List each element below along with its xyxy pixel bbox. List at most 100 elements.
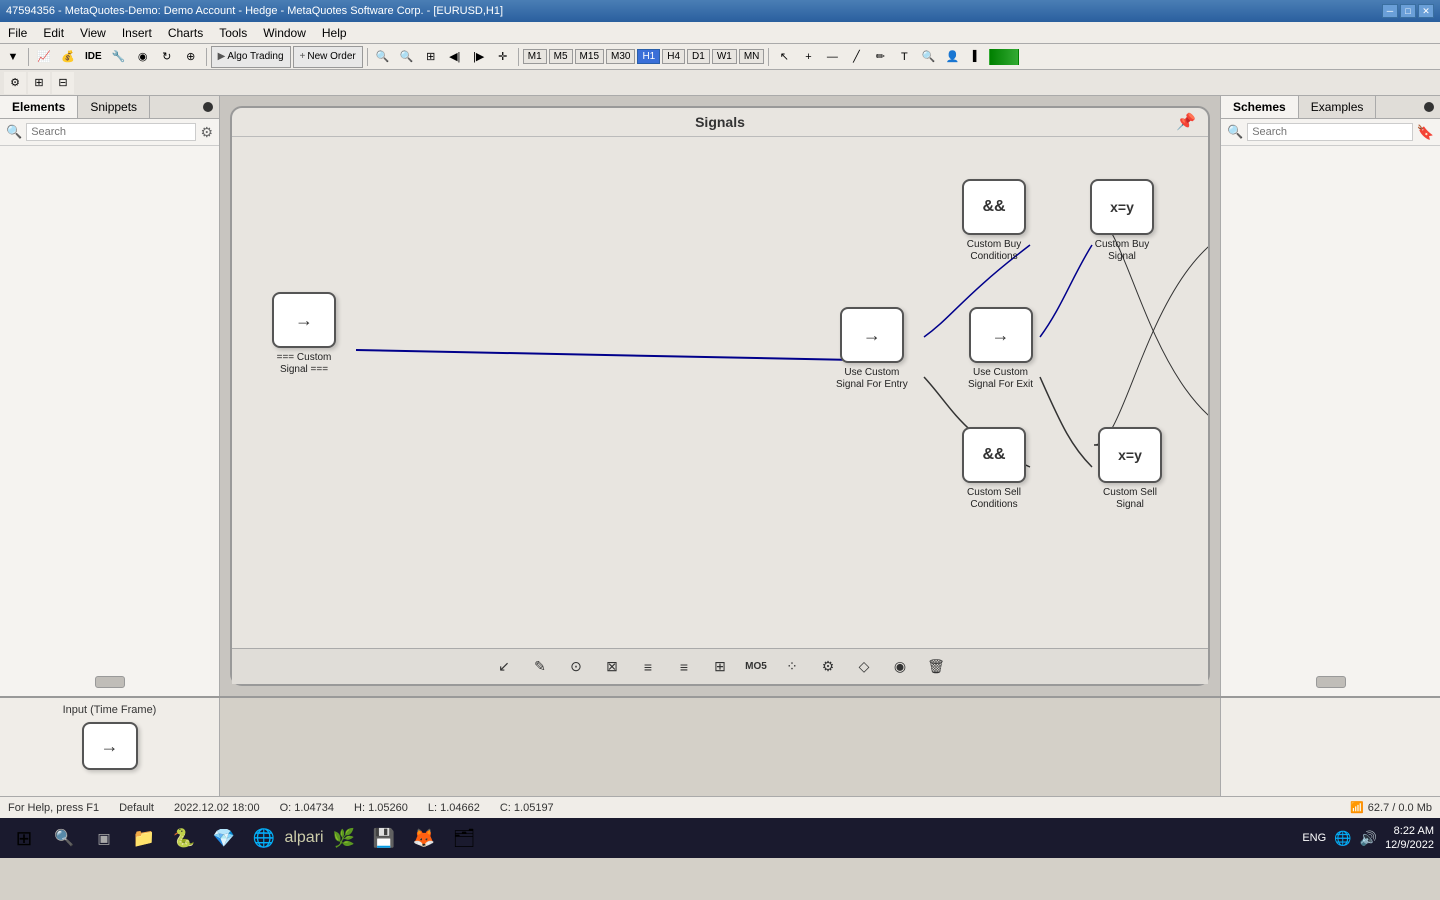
canvas-area[interactable]: Signals 📌 xyxy=(220,96,1220,696)
canvas-btn-align-left[interactable]: ≡ xyxy=(634,653,662,681)
menu-tools[interactable]: Tools xyxy=(211,22,255,43)
browser-btn[interactable]: 🦊 xyxy=(406,820,442,856)
search-chart-btn[interactable]: 🔍 xyxy=(917,46,939,68)
app4-btn[interactable]: alpari xyxy=(286,820,322,856)
node-input-timeframe[interactable]: → xyxy=(82,722,138,770)
signals-body[interactable]: → === CustomSignal === → Use CustomSigna… xyxy=(232,137,1208,648)
canvas-btn-eye[interactable]: ◉ xyxy=(886,653,914,681)
node-use-custom-exit[interactable]: → Use CustomSignal For Exit xyxy=(968,307,1033,391)
tab-elements[interactable]: Elements xyxy=(0,96,78,118)
taskview-btn[interactable]: ▣ xyxy=(86,820,122,856)
zoom-in-btn[interactable]: 🔍 xyxy=(372,46,394,68)
canvas-btn-dotgrid[interactable]: ⁘ xyxy=(778,653,806,681)
toolbar-fav[interactable]: ◉ xyxy=(132,46,154,68)
crosshair2-btn[interactable]: + xyxy=(797,46,819,68)
tf-m15[interactable]: M15 xyxy=(575,49,604,64)
start-button[interactable]: ⊞ xyxy=(6,820,42,856)
node-box-sell-cond: && xyxy=(962,427,1026,483)
signal-btn[interactable]: ▌ xyxy=(965,46,987,68)
node-buy-signal[interactable]: x=y Custom BuySignal xyxy=(1090,179,1154,263)
tf-mn[interactable]: MN xyxy=(739,49,765,64)
search-input-left[interactable] xyxy=(26,123,196,141)
algo-layout-btn[interactable]: ⊞ xyxy=(28,72,50,94)
algo-grid-btn[interactable]: ⊟ xyxy=(52,72,74,94)
toolbar-ide[interactable]: IDE xyxy=(81,46,106,68)
tab-schemes[interactable]: Schemes xyxy=(1221,96,1299,118)
line-btn[interactable]: ╱ xyxy=(845,46,867,68)
tf-m30[interactable]: M30 xyxy=(606,49,635,64)
toolbar-algo: ⚙ ⊞ ⊟ xyxy=(0,70,1440,96)
canvas-btn-grid-view[interactable]: ⊞ xyxy=(706,653,734,681)
settings-icon-left[interactable]: ⚙ xyxy=(200,124,213,141)
toolbar-dropdown[interactable]: ▼ xyxy=(2,46,24,68)
node-box-buy-sig: x=y xyxy=(1090,179,1154,235)
left-panel-handle[interactable] xyxy=(95,676,125,688)
search-input-right[interactable] xyxy=(1247,123,1412,141)
toolbar-chart-template[interactable]: 💰 xyxy=(57,46,79,68)
app1-btn[interactable]: 🐍 xyxy=(166,820,202,856)
menu-window[interactable]: Window xyxy=(255,22,314,43)
menu-view[interactable]: View xyxy=(72,22,114,43)
text-btn[interactable]: T xyxy=(893,46,915,68)
zoom-out-btn[interactable]: 🔍 xyxy=(396,46,418,68)
signals-title: Signals xyxy=(695,114,745,130)
canvas-btn-align-center[interactable]: ≡ xyxy=(670,653,698,681)
algo-trading-btn[interactable]: ▶ Algo Trading xyxy=(211,46,291,68)
minimize-button[interactable]: ─ xyxy=(1382,4,1398,18)
tf-d1[interactable]: D1 xyxy=(687,49,710,64)
profile-btn[interactable]: 👤 xyxy=(941,46,963,68)
tf-m1[interactable]: M1 xyxy=(523,49,547,64)
tab-snippets[interactable]: Snippets xyxy=(78,96,150,118)
tf-h1[interactable]: H1 xyxy=(637,49,660,64)
toolbar-new-chart[interactable]: 📈 xyxy=(33,46,55,68)
algo-settings-btn[interactable]: ⚙ xyxy=(4,72,26,94)
tf-m5[interactable]: M5 xyxy=(549,49,573,64)
menu-insert[interactable]: Insert xyxy=(114,22,160,43)
menu-file[interactable]: File xyxy=(0,22,35,43)
canvas-btn-mo5[interactable]: MO5 xyxy=(742,653,770,681)
canvas-btn-link[interactable]: ⊙ xyxy=(562,653,590,681)
canvas-btn-delete[interactable]: 🗑 xyxy=(922,653,950,681)
search-taskbar-btn[interactable]: 🔍 xyxy=(46,820,82,856)
node-custom-signal[interactable]: → === CustomSignal === xyxy=(272,292,336,376)
menu-edit[interactable]: Edit xyxy=(35,22,72,43)
tab-examples[interactable]: Examples xyxy=(1299,96,1377,118)
hline-btn[interactable]: — xyxy=(821,46,843,68)
folder-btn[interactable]: 🗂 xyxy=(446,820,482,856)
crosshair-btn[interactable]: ✛ xyxy=(492,46,514,68)
files-btn[interactable]: 📁 xyxy=(126,820,162,856)
canvas-btn-import[interactable]: ↙ xyxy=(490,653,518,681)
node-sell-signal[interactable]: x=y Custom Sell Signal xyxy=(1090,427,1170,511)
close-button[interactable]: ✕ xyxy=(1418,4,1434,18)
node-use-custom-entry[interactable]: → Use CustomSignal For Entry xyxy=(836,307,908,391)
app2-btn[interactable]: 💎 xyxy=(206,820,242,856)
toolbar-cycle[interactable]: ↻ xyxy=(156,46,178,68)
maximize-button[interactable]: □ xyxy=(1400,4,1416,18)
canvas-btn-settings[interactable]: ⚙ xyxy=(814,653,842,681)
node-sell-conditions[interactable]: && Custom SellConditions xyxy=(962,427,1026,511)
tf-w1[interactable]: W1 xyxy=(712,49,737,64)
scroll-left-btn[interactable]: ◀| xyxy=(444,46,466,68)
menu-charts[interactable]: Charts xyxy=(160,22,211,43)
right-panel-handle[interactable] xyxy=(1316,676,1346,688)
toolbar-scan[interactable]: ⊕ xyxy=(180,46,202,68)
chart-color-btn[interactable] xyxy=(989,49,1019,65)
draw-btn[interactable]: ✏ xyxy=(869,46,891,68)
canvas-btn-tree[interactable]: ⊠ xyxy=(598,653,626,681)
canvas-btn-diamond[interactable]: ◇ xyxy=(850,653,878,681)
app3-btn[interactable]: 🌐 xyxy=(246,820,282,856)
app6-btn[interactable]: 💾 xyxy=(366,820,402,856)
tf-h4[interactable]: H4 xyxy=(662,49,685,64)
menu-help[interactable]: Help xyxy=(314,22,355,43)
pin-icon[interactable]: 📌 xyxy=(1176,112,1196,132)
node-buy-conditions[interactable]: && Custom BuyConditions xyxy=(962,179,1026,263)
canvas-btn-edit[interactable]: ✎ xyxy=(526,653,554,681)
cursor-btn[interactable]: ↖ xyxy=(773,46,795,68)
bookmark-icon-right[interactable]: 🔖 xyxy=(1417,124,1434,141)
grid-btn[interactable]: ⊞ xyxy=(420,46,442,68)
new-order-btn[interactable]: + New Order xyxy=(293,46,363,68)
scroll-right-btn[interactable]: |▶ xyxy=(468,46,490,68)
toolbar-lang[interactable]: 🔧 xyxy=(108,46,130,68)
app5-btn[interactable]: 🌿 xyxy=(326,820,362,856)
lang-indicator[interactable]: ENG xyxy=(1302,832,1326,844)
